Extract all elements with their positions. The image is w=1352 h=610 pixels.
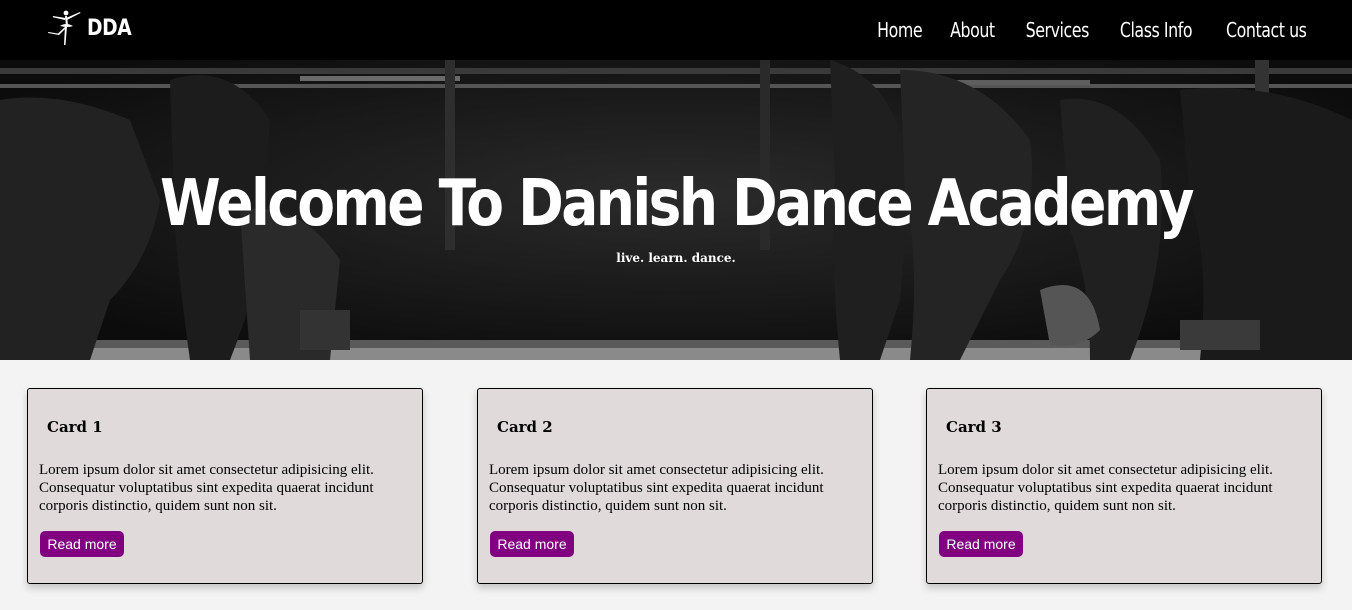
read-more-button[interactable]: Read more bbox=[40, 531, 124, 557]
navbar: DDA Home About Services Class Info Conta… bbox=[0, 0, 1352, 60]
read-more-button[interactable]: Read more bbox=[490, 531, 574, 557]
read-more-button[interactable]: Read more bbox=[939, 531, 1023, 557]
card-text: Lorem ipsum dolor sit amet consectetur a… bbox=[489, 462, 824, 514]
card-title: Card 2 bbox=[497, 418, 553, 436]
ballerina-icon bbox=[48, 10, 81, 45]
nav-link-class-info[interactable]: Class Info bbox=[1120, 18, 1193, 42]
card-title: Card 3 bbox=[946, 418, 1002, 436]
card-text: Lorem ipsum dolor sit amet consectetur a… bbox=[938, 462, 1273, 514]
brand[interactable]: DDA bbox=[46, 9, 139, 47]
card: Card 3 Lorem ipsum dolor sit amet consec… bbox=[926, 388, 1322, 584]
card: Card 2 Lorem ipsum dolor sit amet consec… bbox=[477, 388, 873, 584]
nav-link-services[interactable]: Services bbox=[1025, 18, 1089, 42]
card-section: Card 1 Lorem ipsum dolor sit amet consec… bbox=[0, 388, 1352, 584]
brand-name: DDA bbox=[87, 15, 132, 41]
hero-title: Welcome To Danish Dance Academy bbox=[160, 167, 1194, 241]
card-text: Lorem ipsum dolor sit amet consectetur a… bbox=[39, 462, 374, 514]
nav-link-contact[interactable]: Contact us bbox=[1225, 18, 1306, 42]
card-title: Card 1 bbox=[47, 418, 103, 436]
hero-banner: Welcome To Danish Dance Academy live. le… bbox=[0, 60, 1352, 360]
nav-link-about[interactable]: About bbox=[950, 18, 995, 42]
nav-links: Home About Services Class Info Contact u… bbox=[849, 0, 1307, 60]
hero-subtitle: live. learn. dance. bbox=[616, 251, 736, 265]
card: Card 1 Lorem ipsum dolor sit amet consec… bbox=[27, 388, 423, 584]
nav-link-home[interactable]: Home bbox=[877, 18, 922, 42]
